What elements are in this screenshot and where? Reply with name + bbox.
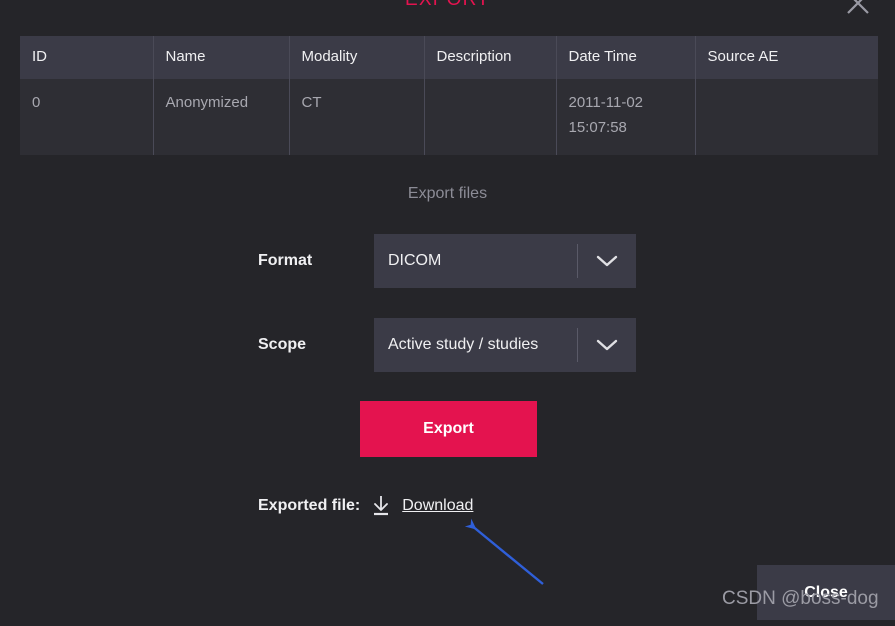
exported-file-row: Exported file: Download: [258, 494, 473, 518]
format-select[interactable]: DICOM: [374, 234, 636, 288]
column-header-description[interactable]: Description: [424, 36, 557, 79]
table-header-row: ID Name Modality Description Date Time S…: [20, 36, 878, 79]
format-row: Format DICOM: [258, 234, 636, 288]
column-header-id[interactable]: ID: [20, 36, 154, 79]
column-header-source-ae[interactable]: Source AE: [695, 36, 878, 79]
export-button[interactable]: Export: [360, 401, 537, 457]
cell-name: Anonymized: [153, 79, 290, 155]
close-x-icon[interactable]: [839, 0, 877, 22]
exported-file-label: Exported file:: [258, 497, 361, 514]
close-button[interactable]: Close: [757, 565, 895, 620]
study-table: ID Name Modality Description Date Time S…: [20, 36, 878, 155]
table-row[interactable]: 0 Anonymized CT 2011-11-02 15:07:58: [20, 79, 878, 155]
column-header-date-time[interactable]: Date Time: [556, 36, 696, 79]
annotation-arrow: [464, 518, 544, 585]
column-header-name[interactable]: Name: [153, 36, 290, 79]
export-files-label: Export files: [407, 185, 488, 202]
cell-id: 0: [20, 79, 154, 155]
cell-description: [424, 79, 557, 155]
format-select-value: DICOM: [388, 252, 442, 269]
cell-date-time: 2011-11-02 15:07:58: [556, 79, 696, 155]
scope-row: Scope Active study / studies: [258, 318, 636, 372]
dialog-title: EXPORT: [0, 0, 895, 11]
chevron-down-icon[interactable]: [578, 338, 636, 352]
cell-source-ae: [695, 79, 878, 155]
download-icon[interactable]: [370, 494, 392, 518]
scope-select[interactable]: Active study / studies: [374, 318, 636, 372]
download-link[interactable]: Download: [402, 497, 473, 515]
column-header-modality[interactable]: Modality: [289, 36, 425, 79]
scope-select-value: Active study / studies: [388, 336, 539, 353]
scope-label: Scope: [258, 336, 307, 353]
cell-modality: CT: [289, 79, 425, 155]
format-label: Format: [258, 252, 313, 269]
chevron-down-icon[interactable]: [578, 254, 636, 268]
